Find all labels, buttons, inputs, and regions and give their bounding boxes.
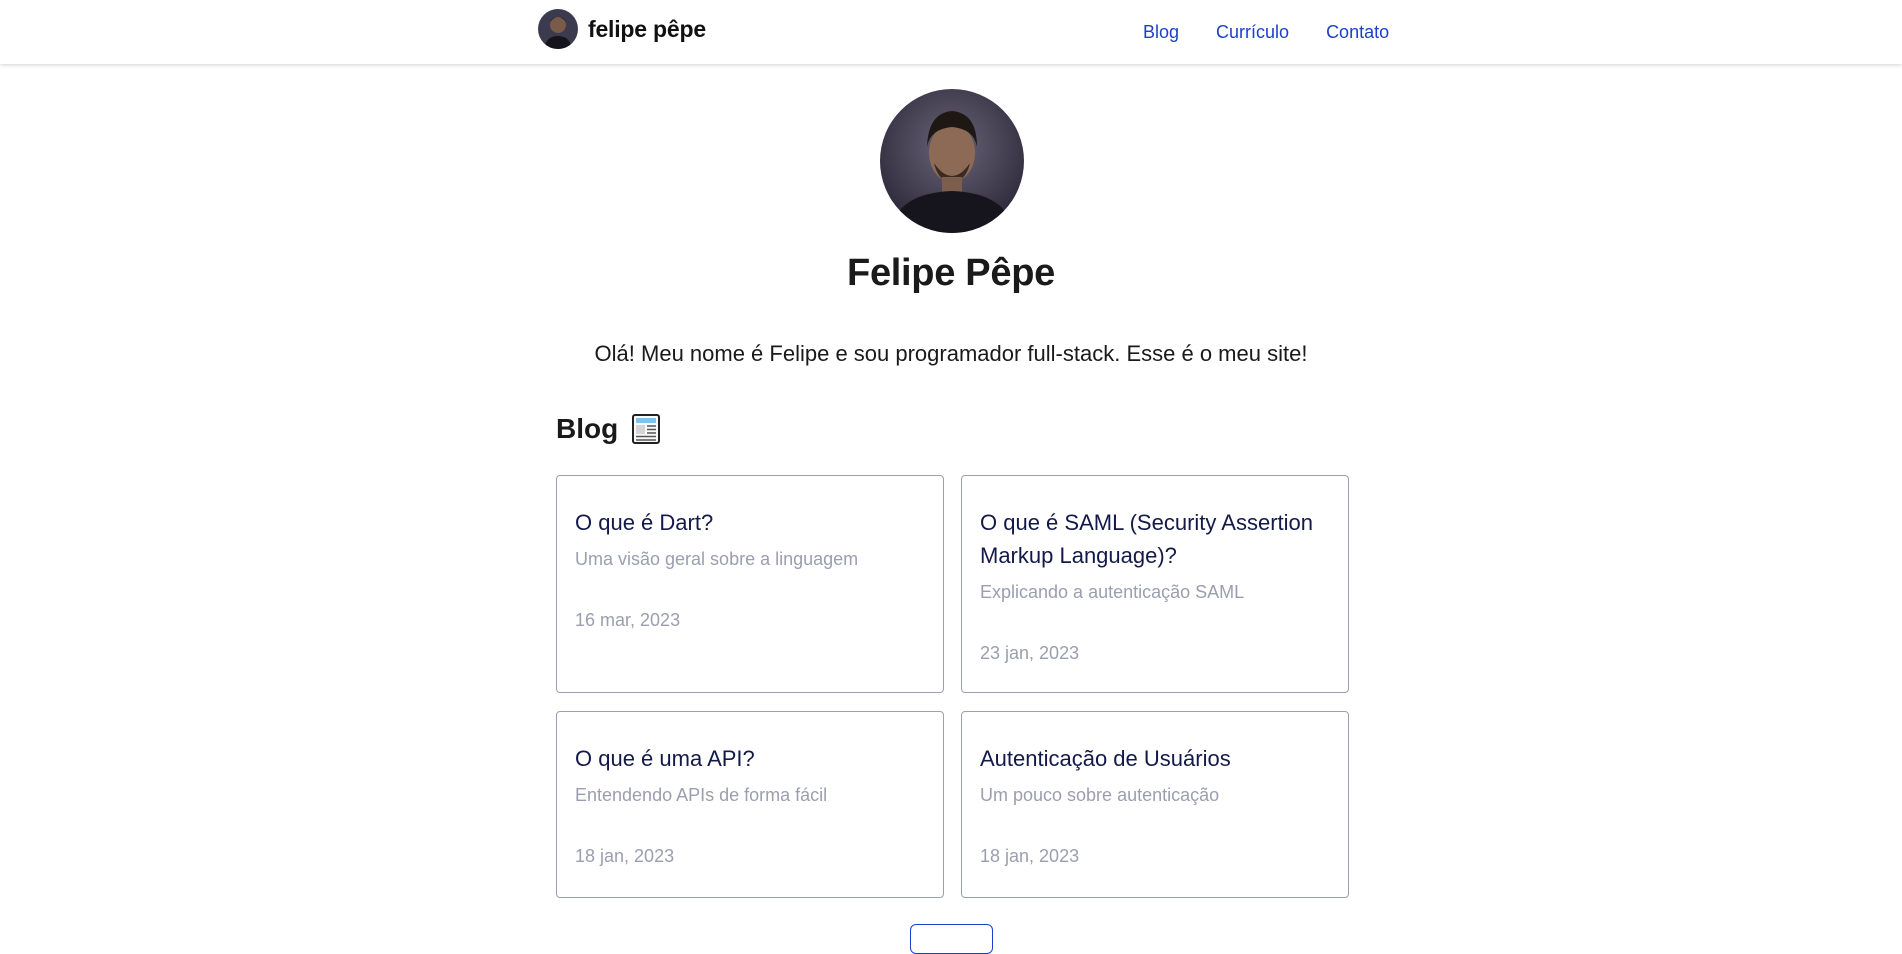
blog-section-title-text: Blog <box>556 413 619 444</box>
nav-link-contato[interactable]: Contato <box>1326 22 1389 43</box>
profile-name: Felipe Pêpe <box>847 252 1055 294</box>
blog-post-description: Um pouco sobre autenticação <box>980 785 1220 805</box>
blog-post-date: 16 mar, 2023 <box>575 610 681 630</box>
blog-post-title: O que é SAML (Security Assertion Markup … <box>980 510 1313 568</box>
blog-post-description: Uma visão geral sobre a linguagem <box>575 549 859 569</box>
brand-name: felipe pêpe <box>588 15 706 42</box>
blog-post-title: Autenticação de Usuários <box>980 746 1231 771</box>
blog-post-card[interactable]: O que é SAML (Security Assertion Markup … <box>961 475 1349 693</box>
blog-post-card[interactable]: Autenticação de Usuários Um pouco sobre … <box>961 711 1349 898</box>
blog-post-date: 23 jan, 2023 <box>980 643 1080 663</box>
blog-post-title: O que é uma API? <box>575 746 755 771</box>
blog-post-description: Explicando a autenticação SAML <box>980 582 1245 602</box>
nav-links: Blog Currículo Contato <box>1143 22 1389 43</box>
brand-avatar <box>538 9 578 49</box>
more-posts-button[interactable] <box>910 924 993 954</box>
top-navbar: felipe pêpe Blog Currículo Contato <box>0 0 1902 64</box>
blog-post-date: 18 jan, 2023 <box>980 846 1080 866</box>
blog-post-title: O que é Dart? <box>575 510 714 535</box>
newspaper-icon <box>632 414 661 444</box>
profile-photo <box>880 89 1024 233</box>
brand-home-link[interactable]: felipe pêpe <box>538 9 706 49</box>
blog-post-card[interactable]: O que é uma API? Entendendo APIs de form… <box>556 711 944 898</box>
blog-post-card[interactable]: O que é Dart? Uma visão geral sobre a li… <box>556 475 944 693</box>
intro-text: Olá! Meu nome é Felipe e sou programador… <box>594 341 1308 366</box>
blog-post-date: 18 jan, 2023 <box>575 846 675 866</box>
nav-link-blog[interactable]: Blog <box>1143 22 1179 43</box>
blog-post-description: Entendendo APIs de forma fácil <box>575 785 828 805</box>
blog-section-title: Blog <box>556 413 661 445</box>
nav-link-curriculo[interactable]: Currículo <box>1216 22 1289 43</box>
